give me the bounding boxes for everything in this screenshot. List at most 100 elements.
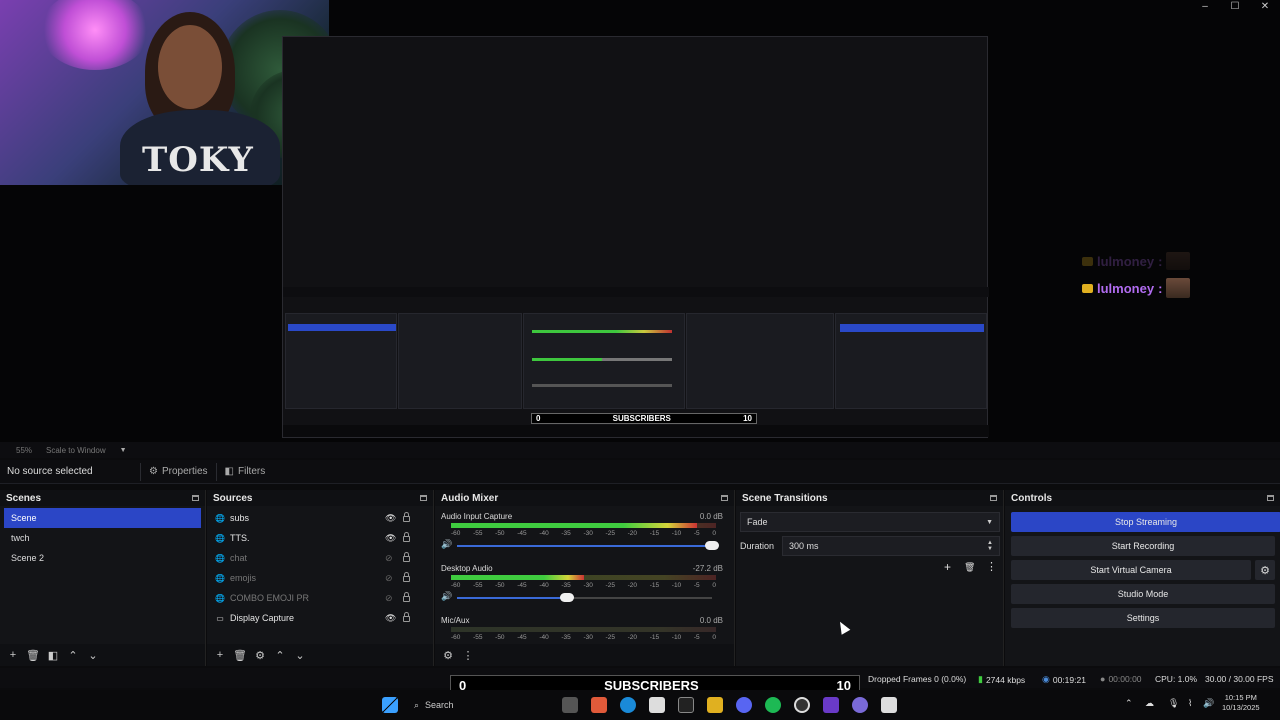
filters-button[interactable]: ◧ Filters <box>215 462 274 481</box>
source-item[interactable]: 🌐 chat ⊘ <box>207 548 433 568</box>
gear-icon[interactable]: ⚙ <box>253 648 267 662</box>
speaker-icon[interactable]: 🔊 <box>441 591 452 602</box>
meter-scale: -60 -55 -50 -45 -40 -35 -30 -25 -20 -15 -10 -5 0 <box>451 530 716 537</box>
avatar <box>1166 278 1191 298</box>
start-virtual-camera-button[interactable]: Start Virtual Camera <box>1011 560 1251 580</box>
source-item[interactable]: ▭ Display Capture 👁 <box>207 608 433 628</box>
scene-item[interactable]: twch <box>4 528 201 548</box>
volume-slider[interactable] <box>457 593 712 602</box>
lock-icon[interactable] <box>403 552 410 562</box>
spotify-icon[interactable] <box>765 697 781 713</box>
move-down-icon[interactable]: ⌄ <box>86 648 100 662</box>
more-icon[interactable]: ⋮ <box>986 560 997 573</box>
trash-icon[interactable]: 🗑 <box>233 648 247 662</box>
chevron-down-icon[interactable]: ▼ <box>120 447 127 454</box>
move-down-icon[interactable]: ⌄ <box>293 648 307 662</box>
eye-hidden-icon[interactable]: ⊘ <box>385 573 393 584</box>
advanced-audio-icon[interactable]: ⚙ <box>441 648 455 662</box>
scale-tick-label: 0 <box>712 530 716 537</box>
scene-item[interactable]: Scene <box>4 508 201 528</box>
wifi-icon[interactable]: ⌇ <box>1188 698 1192 709</box>
volume-meter <box>451 627 716 632</box>
undock-icon[interactable] <box>192 495 199 501</box>
filter-icon[interactable]: ◧ <box>46 648 60 662</box>
scale-tick-label: -45 <box>517 634 527 641</box>
scene-item[interactable]: Scene 2 <box>4 548 201 568</box>
eye-hidden-icon[interactable]: ⊘ <box>385 593 393 604</box>
move-up-icon[interactable]: ⌃ <box>66 648 80 662</box>
properties-button[interactable]: ⚙ Properties <box>140 462 216 481</box>
trash-icon[interactable]: 🗑 <box>26 648 40 662</box>
undock-icon[interactable] <box>1267 495 1274 501</box>
lock-icon[interactable] <box>403 572 410 582</box>
record-time-value: 00:00:00 <box>1108 674 1142 684</box>
scale-tick-label: -35 <box>561 582 571 589</box>
move-up-icon[interactable]: ⌃ <box>273 648 287 662</box>
trash-icon[interactable]: 🗑 <box>964 562 975 573</box>
minimize-button[interactable]: – <box>1190 0 1220 14</box>
no-source-label: No source selected <box>7 466 93 477</box>
app-icon[interactable] <box>591 697 607 713</box>
source-item[interactable]: 🌐 emojis ⊘ <box>207 568 433 588</box>
folder-icon[interactable] <box>707 697 723 713</box>
inner-subs-label: SUBSCRIBERS <box>612 414 671 423</box>
taskbar-clock[interactable]: 10:15 PM 10/13/2025 <box>1222 693 1260 713</box>
undock-icon[interactable] <box>420 495 427 501</box>
cloud-icon[interactable]: ☁ <box>1145 698 1154 709</box>
source-item[interactable]: 🌐 subs 👁 <box>207 508 433 528</box>
store-icon[interactable] <box>649 697 665 713</box>
lock-icon[interactable] <box>403 592 410 602</box>
undock-icon[interactable] <box>721 495 728 501</box>
source-item[interactable]: 🌐 TTS. 👁 <box>207 528 433 548</box>
settings-button[interactable]: Settings <box>1011 608 1275 628</box>
lock-icon[interactable] <box>403 532 410 542</box>
task-view-icon[interactable] <box>562 697 578 713</box>
volume-slider-knob[interactable] <box>559 593 574 602</box>
undock-icon[interactable] <box>990 495 997 501</box>
lock-icon[interactable] <box>403 612 410 622</box>
lock-icon[interactable] <box>403 512 410 522</box>
volume-slider[interactable] <box>457 541 719 550</box>
app-icon[interactable] <box>881 697 897 713</box>
eye-icon[interactable]: 👁 <box>385 613 396 624</box>
more-icon[interactable]: ⋮ <box>461 648 475 662</box>
obs-icon[interactable] <box>794 697 810 713</box>
zoom-level[interactable]: 55% <box>6 446 32 455</box>
edge-icon[interactable] <box>620 697 636 713</box>
volume-icon[interactable]: 🔊 <box>1203 698 1214 709</box>
bitrate-value: 2744 kbps <box>985 674 1026 685</box>
duration-value: 300 ms <box>789 541 819 551</box>
source-item[interactable]: 🌐 COMBO EMOJI PR ⊘ <box>207 588 433 608</box>
app-icon[interactable] <box>678 697 694 713</box>
spinner-icon[interactable]: ▲ ▼ <box>987 540 993 552</box>
app-icon[interactable] <box>852 697 868 713</box>
virtual-camera-settings-icon[interactable]: ⚙ <box>1255 560 1275 580</box>
app-icon[interactable] <box>823 697 839 713</box>
mic-icon[interactable]: 🎙 <box>1168 698 1179 709</box>
eye-icon[interactable]: 👁 <box>385 533 396 544</box>
scale-tick-label: -20 <box>627 582 638 589</box>
globe-icon: 🌐 <box>215 533 225 543</box>
add-icon[interactable]: + <box>6 648 20 662</box>
add-icon[interactable]: + <box>944 560 951 574</box>
chevron-up-icon[interactable]: ⌃ <box>1125 698 1133 709</box>
stream-preview[interactable]: – ☐ ✕ TOKY TOKY SUBSCRIBERS lulmoney <box>0 0 1280 442</box>
studio-mode-button[interactable]: Studio Mode <box>1011 584 1275 604</box>
windows-start-icon[interactable] <box>382 697 398 713</box>
close-button[interactable]: ✕ <box>1250 0 1280 14</box>
scale-tick-label: -30 <box>583 582 593 589</box>
transition-select[interactable]: Fade ▼ <box>740 512 1000 532</box>
eye-icon[interactable]: 👁 <box>385 513 396 524</box>
duration-input[interactable]: 300 ms ▲ ▼ <box>782 536 1000 556</box>
maximize-button[interactable]: ☐ <box>1220 0 1250 14</box>
eye-hidden-icon[interactable]: ⊘ <box>385 553 393 564</box>
speaker-icon[interactable]: 🔊 <box>441 539 452 550</box>
scale-tick-label: -10 <box>671 634 682 641</box>
stop-streaming-button[interactable]: Stop Streaming <box>1011 512 1280 532</box>
start-recording-button[interactable]: Start Recording <box>1011 536 1275 556</box>
volume-slider-knob[interactable] <box>705 541 719 550</box>
add-icon[interactable]: + <box>213 648 227 662</box>
discord-icon[interactable] <box>736 697 752 713</box>
taskbar-search[interactable]: ⌕ Search <box>406 695 516 715</box>
scale-mode[interactable]: Scale to Window <box>46 446 106 455</box>
